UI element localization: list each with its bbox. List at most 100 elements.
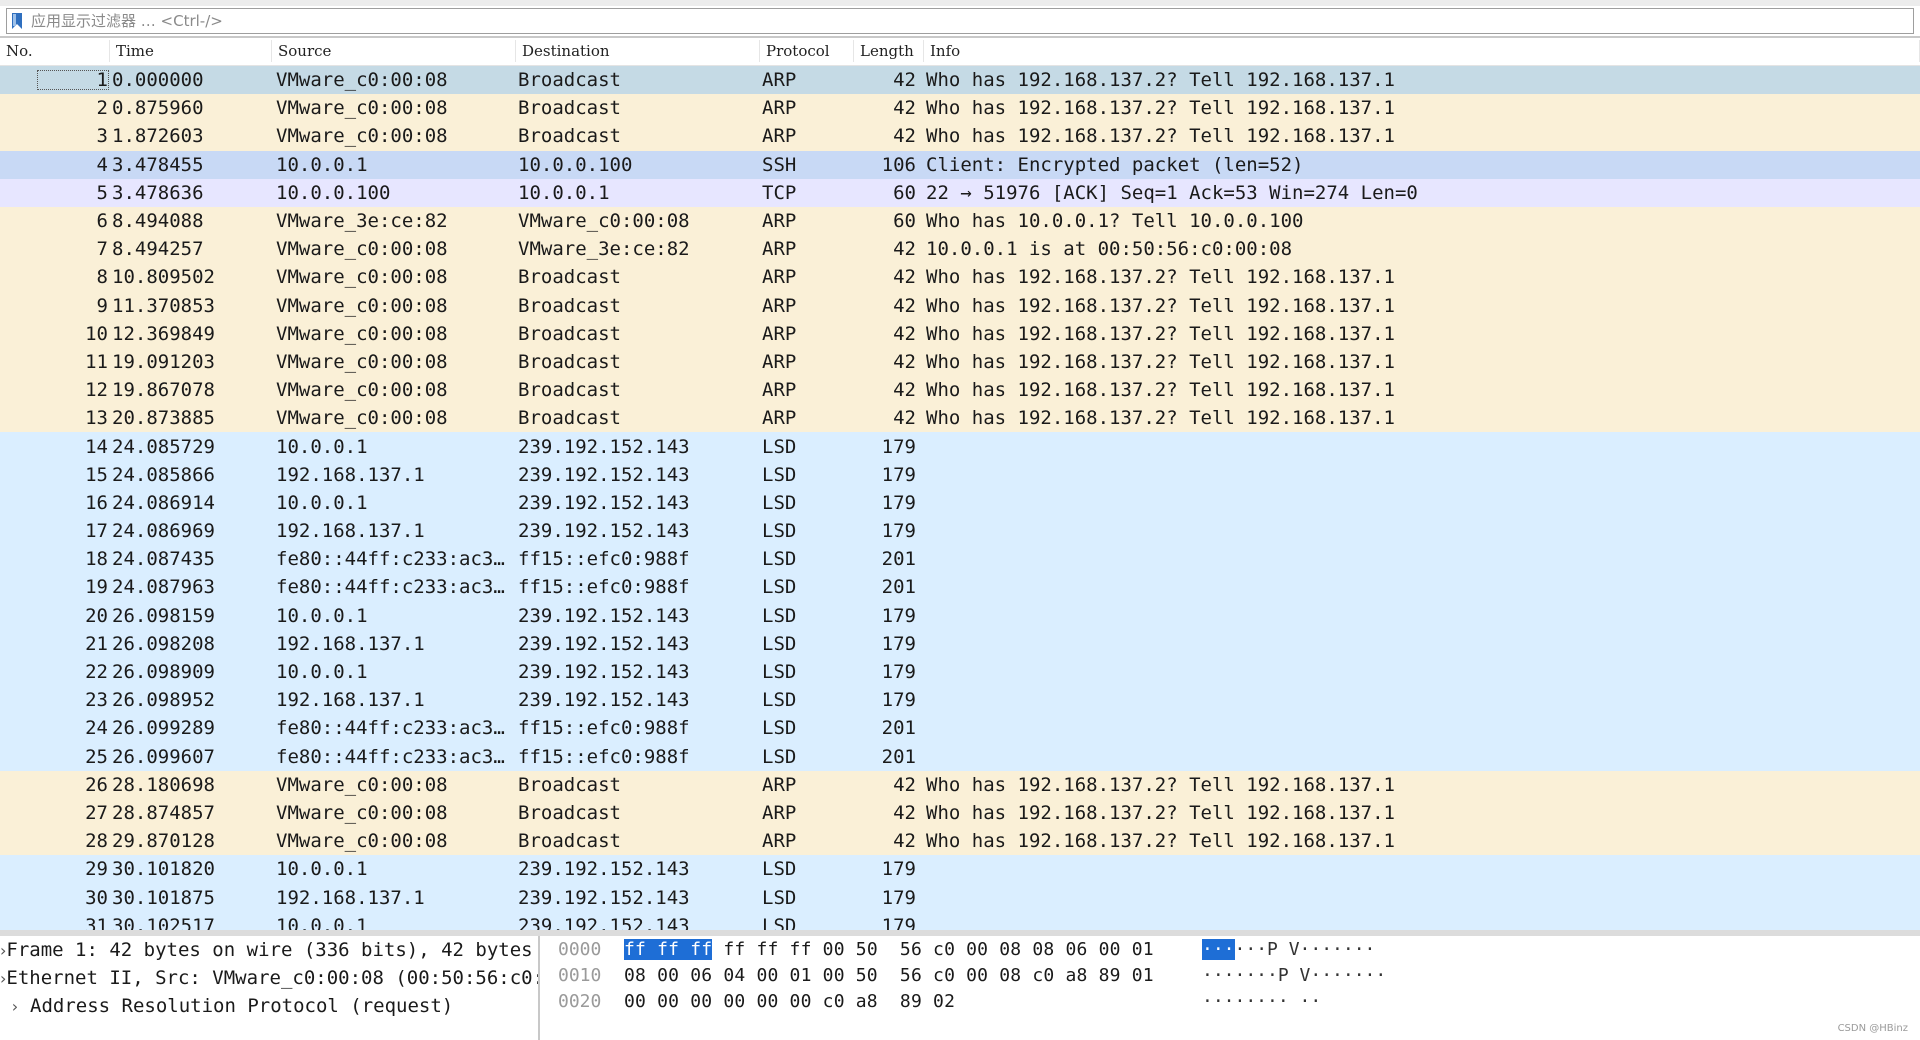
hex-bytes[interactable]: 08 00 06 04 00 01 00 50 56 c0 00 08 c0 a… — [610, 965, 1166, 986]
display-filter-box[interactable] — [6, 8, 1914, 34]
packet-destination-cell: 239.192.152.143 — [518, 689, 690, 712]
packet-row[interactable]: 14 24.085729 10.0.0.1 239.192.152.143 LSD 179 — [0, 432, 1920, 461]
packet-length-cell: 42 — [893, 238, 916, 261]
packet-time-cell: 30.102517 — [112, 914, 215, 930]
packet-protocol-cell: LSD — [762, 491, 797, 514]
packet-info-cell: 22 → 51976 [ACK] Seq=1 Ack=53 Win=274 Le… — [926, 181, 1418, 204]
packet-destination-cell: Broadcast — [518, 350, 621, 373]
packet-row[interactable]: 17 24.086969 192.168.137.1 239.192.152.143 L… — [0, 517, 1920, 546]
packet-time-cell: 24.087963 — [112, 576, 215, 599]
packet-row[interactable]: 19 24.087963 fe80::44ff:c233:ac3… ff15::efc… — [0, 573, 1920, 602]
packet-row[interactable]: 2 0.875960 VMware_c0:00:08 Broadcast ARP 42 Wh… — [0, 94, 1920, 123]
hex-bytes-highlight: ff ff ff — [624, 938, 713, 960]
detail-tree-label: Address Resolution Protocol (request) — [30, 995, 454, 1017]
packet-row[interactable]: 7 8.494257 VMware_c0:00:08 VMware_3e:ce:82 A… — [0, 235, 1920, 264]
packet-protocol-cell: TCP — [762, 181, 797, 204]
packet-info-cell: Who has 192.168.137.2? Tell 192.168.137.… — [926, 294, 1395, 317]
detail-tree-label: Ethernet II, Src: VMware_c0:00:08 (00:50… — [6, 967, 538, 989]
packet-source-cell: 10.0.0.100 — [276, 181, 391, 204]
hex-ascii[interactable]: ········ ·· — [1166, 991, 1321, 1012]
packet-length-cell: 179 — [881, 520, 916, 543]
packet-row[interactable]: 13 20.873885 VMware_c0:00:08 Broadcast ARP 42… — [0, 404, 1920, 433]
packet-row[interactable]: 22 26.098909 10.0.0.1 239.192.152.143 LSD 179 — [0, 657, 1920, 687]
packet-row[interactable]: 18 24.087435 fe80::44ff:c233:ac3… ff15::efc… — [0, 545, 1920, 574]
packet-protocol-cell: LSD — [762, 435, 797, 458]
packet-source-cell: 10.0.0.1 — [276, 604, 368, 627]
hex-ascii-highlight: ··· — [1202, 938, 1235, 960]
packet-row[interactable]: 21 26.098208 192.168.137.1 239.192.152.143 L… — [0, 629, 1920, 658]
packet-destination-cell: 10.0.0.1 — [518, 181, 610, 204]
packet-time-cell: 24.085866 — [112, 463, 215, 486]
chevron-right-icon[interactable]: › — [0, 997, 30, 1016]
packet-length-cell: 42 — [893, 294, 916, 317]
packet-row[interactable]: 9 11.370853 VMware_c0:00:08 Broadcast ARP 42 W… — [0, 291, 1920, 320]
packet-length-cell: 201 — [881, 717, 916, 740]
packet-row[interactable]: 1 0.000000 VMware_c0:00:08 Broadcast ARP 42 Wh… — [0, 66, 1920, 95]
packet-info-cell: Who has 192.168.137.2? Tell 192.168.137.… — [926, 350, 1395, 373]
packet-row[interactable]: 28 29.870128 VMware_c0:00:08 Broadcast ARP 42… — [0, 827, 1920, 856]
packet-time-cell: 3.478455 — [112, 153, 204, 176]
packet-no-cell: 5 — [96, 181, 108, 204]
packet-time-cell: 26.098909 — [112, 661, 215, 684]
column-header-length[interactable]: Length — [854, 40, 924, 62]
column-header-time[interactable]: Time — [110, 40, 272, 62]
packet-source-cell: fe80::44ff:c233:ac3… — [276, 717, 505, 740]
column-header-no[interactable]: No. — [0, 40, 110, 62]
packet-info-cell: Who has 192.168.137.2? Tell 192.168.137.… — [926, 266, 1395, 289]
bookmark-icon[interactable] — [9, 10, 25, 32]
packet-source-cell: VMware_c0:00:08 — [276, 97, 448, 120]
hex-offset: 0010 — [558, 964, 602, 986]
packet-row[interactable]: 16 24.086914 10.0.0.1 239.192.152.143 LSD 179 — [0, 488, 1920, 517]
packet-destination-cell: 239.192.152.143 — [518, 520, 690, 543]
packet-no-cell: 19 — [85, 576, 108, 599]
packet-row[interactable]: 31 30.102517 10.0.0.1 239.192.152.143 LSD 179 — [0, 911, 1920, 930]
packet-row[interactable]: 20 26.098159 10.0.0.1 239.192.152.143 LSD 179 — [0, 601, 1920, 630]
column-header-source[interactable]: Source — [272, 40, 516, 62]
packet-length-cell: 42 — [893, 322, 916, 345]
hex-bytes[interactable]: ff ff ff ff ff ff 00 50 56 c0 00 08 08 0… — [610, 938, 1166, 960]
packet-row[interactable]: 8 10.809502 VMware_c0:00:08 Broadcast ARP 42 W… — [0, 263, 1920, 292]
packet-row[interactable]: 23 26.098952 192.168.137.1 239.192.152.143 L… — [0, 686, 1920, 715]
column-header-info[interactable]: Info — [924, 40, 1920, 62]
packet-time-cell: 19.867078 — [112, 379, 215, 402]
detail-tree-item[interactable]: › Ethernet II, Src: VMware_c0:00:08 (00:5… — [0, 964, 538, 992]
packet-destination-cell: VMware_3e:ce:82 — [518, 238, 690, 261]
packet-destination-cell: Broadcast — [518, 379, 621, 402]
packet-source-cell: VMware_c0:00:08 — [276, 773, 448, 796]
packet-row[interactable]: 10 12.369849 VMware_c0:00:08 Broadcast ARP 42… — [0, 319, 1920, 348]
packet-time-cell: 24.085729 — [112, 435, 215, 458]
packet-row[interactable]: 11 19.091203 VMware_c0:00:08 Broadcast ARP 42… — [0, 347, 1920, 377]
packet-row[interactable]: 29 30.101820 10.0.0.1 239.192.152.143 LSD 179 — [0, 855, 1920, 884]
packet-row[interactable]: 24 26.099289 fe80::44ff:c233:ac3… ff15::efc… — [0, 714, 1920, 743]
display-filter-input[interactable] — [31, 10, 1913, 32]
detail-tree-item[interactable]: › Address Resolution Protocol (request) — [0, 992, 538, 1020]
packet-info-cell: Client: Encrypted packet (len=52) — [926, 153, 1304, 176]
packet-row[interactable]: 6 8.494088 VMware_3e:ce:82 VMware_c0:00:08 A… — [0, 206, 1920, 236]
packet-row[interactable]: 25 26.099607 fe80::44ff:c233:ac3… ff15::efc… — [0, 742, 1920, 771]
packet-no-cell: 25 — [85, 745, 108, 768]
packet-no-cell: 22 — [85, 661, 108, 684]
packet-row[interactable]: 12 19.867078 VMware_c0:00:08 Broadcast ARP 42… — [0, 376, 1920, 405]
packet-protocol-cell: ARP — [762, 69, 797, 92]
detail-tree-item[interactable]: › Frame 1: 42 bytes on wire (336 bits), 4… — [0, 936, 538, 964]
packet-no-cell: 20 — [85, 604, 108, 627]
packet-length-cell: 179 — [881, 914, 916, 930]
packet-row[interactable]: 5 3.478636 10.0.0.100 10.0.0.1 TCP 60 22 → 519… — [0, 178, 1920, 207]
hex-ascii[interactable]: ······P V······· — [1166, 938, 1375, 960]
packet-row[interactable]: 26 28.180698 VMware_c0:00:08 Broadcast ARP 42… — [0, 770, 1920, 799]
packet-row[interactable]: 4 3.478455 10.0.0.1 10.0.0.100 SSH 106 Client:… — [0, 150, 1920, 179]
packet-no-cell: 7 — [96, 238, 108, 261]
packet-row[interactable]: 27 28.874857 VMware_c0:00:08 Broadcast ARP 42… — [0, 798, 1920, 828]
packet-protocol-cell: LSD — [762, 745, 797, 768]
hex-ascii[interactable]: ·······P V······· — [1166, 965, 1386, 986]
column-header-protocol[interactable]: Protocol — [760, 40, 854, 62]
hex-bytes[interactable]: 00 00 00 00 00 00 c0 a8 89 02 — [610, 991, 1166, 1012]
packet-protocol-cell: ARP — [762, 350, 797, 373]
packet-source-cell: VMware_c0:00:08 — [276, 407, 448, 430]
column-header-destination[interactable]: Destination — [516, 40, 760, 62]
packet-source-cell: fe80::44ff:c233:ac3… — [276, 745, 505, 768]
packet-row[interactable]: 3 1.872603 VMware_c0:00:08 Broadcast ARP 42 Wh… — [0, 122, 1920, 151]
packet-row[interactable]: 30 30.101875 192.168.137.1 239.192.152.143 L… — [0, 883, 1920, 912]
packet-no-cell: 1 — [36, 69, 110, 91]
packet-row[interactable]: 15 24.085866 192.168.137.1 239.192.152.143 L… — [0, 460, 1920, 489]
